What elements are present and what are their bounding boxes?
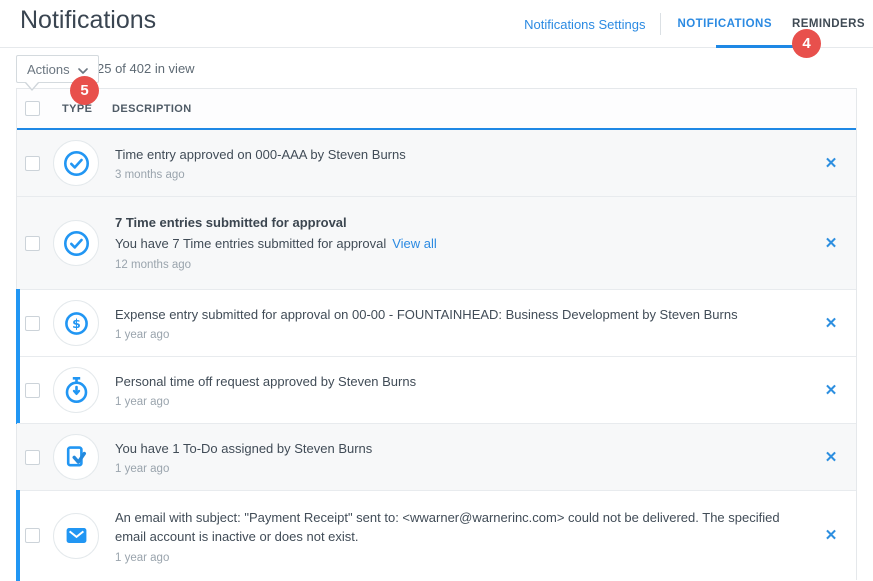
notification-row: An email with subject: "Payment Receipt"… <box>16 490 856 581</box>
notification-row: Personal time off request approved by St… <box>16 356 856 424</box>
notification-description: You have 1 To-Do assigned by Steven Burn… <box>115 440 373 456</box>
check-circle-icon <box>53 140 99 186</box>
notification-content: You have 1 To-Do assigned by Steven Burn… <box>115 439 806 476</box>
notification-content: 7 Time entries submitted for approval Yo… <box>115 215 806 271</box>
notification-timestamp: 1 year ago <box>115 396 170 409</box>
header-nav: Notifications Settings NOTIFICATIONS REM… <box>524 13 868 35</box>
notification-content: Personal time off request approved by St… <box>115 372 806 409</box>
dismiss-notification-button[interactable]: ✕ <box>806 316 856 331</box>
notification-row: Time entry approved on 000-AAA by Steven… <box>17 130 856 196</box>
notification-description: Personal time off request approved by St… <box>115 373 417 389</box>
view-count: 25 of 402 in view <box>97 61 195 76</box>
row-checkbox[interactable] <box>25 449 40 465</box>
actions-popover-tail <box>25 81 39 91</box>
notification-description: An email with subject: "Payment Receipt"… <box>115 509 780 545</box>
notification-description: You have 7 Time entries submitted for ap… <box>115 236 437 252</box>
actions-label: Actions <box>27 61 70 77</box>
notification-timestamp: 1 year ago <box>115 463 170 476</box>
dismiss-notification-button[interactable]: ✕ <box>806 450 856 465</box>
row-checkbox[interactable] <box>25 382 40 398</box>
annotation-badge-4: 4 <box>792 29 821 58</box>
column-header-description: DESCRIPTION <box>112 102 192 115</box>
notification-title: 7 Time entries submitted for approval <box>115 215 347 231</box>
notifications-page: Notifications Notifications Settings NOT… <box>0 0 873 581</box>
close-x-icon: ✕ <box>824 154 838 172</box>
row-checkbox[interactable] <box>25 315 40 331</box>
notification-timestamp: 12 months ago <box>115 258 192 271</box>
email-icon <box>53 512 99 559</box>
notification-content: Expense entry submitted for approval on … <box>115 305 806 342</box>
dismiss-notification-button[interactable]: ✕ <box>806 383 856 398</box>
row-checkbox[interactable] <box>25 528 40 543</box>
page-title: Notifications <box>20 6 157 34</box>
notification-content: An email with subject: "Payment Receipt"… <box>115 508 806 564</box>
annotation-badge-5: 5 <box>70 76 99 105</box>
close-x-icon: ✕ <box>824 234 838 252</box>
close-x-icon: ✕ <box>824 381 838 399</box>
notification-row: You have 1 To-Do assigned by Steven Burn… <box>17 423 856 490</box>
svg-text:$: $ <box>72 316 81 331</box>
active-tab-underline <box>716 45 793 48</box>
notifications-table: TYPE DESCRIPTION Time entry approved on … <box>16 88 857 581</box>
table-header: TYPE DESCRIPTION <box>17 89 856 130</box>
notifications-settings-link[interactable]: Notifications Settings <box>524 17 645 32</box>
close-x-icon: ✕ <box>824 448 838 466</box>
dismiss-notification-button[interactable]: ✕ <box>806 528 856 543</box>
check-circle-icon <box>53 220 99 266</box>
notification-row: 7 Time entries submitted for approval Yo… <box>17 196 856 289</box>
dismiss-notification-button[interactable]: ✕ <box>806 156 856 171</box>
notification-description: Time entry approved on 000-AAA by Steven… <box>115 146 406 162</box>
stopwatch-icon <box>53 367 99 413</box>
close-x-icon: ✕ <box>824 314 838 332</box>
chevron-down-icon <box>77 62 88 77</box>
dismiss-notification-button[interactable]: ✕ <box>806 236 856 251</box>
dollar-circle-icon: $ <box>53 300 99 346</box>
notification-timestamp: 1 year ago <box>115 551 170 564</box>
notification-content: Time entry approved on 000-AAA by Steven… <box>115 145 806 182</box>
notification-row: $ Expense entry submitted for approval o… <box>16 289 856 357</box>
notification-timestamp: 3 months ago <box>115 169 185 182</box>
table-body: Time entry approved on 000-AAA by Steven… <box>16 130 856 581</box>
view-all-link[interactable]: View all <box>392 236 437 251</box>
tab-notifications[interactable]: NOTIFICATIONS <box>675 18 775 30</box>
row-checkbox[interactable] <box>25 235 40 251</box>
select-all-checkbox[interactable] <box>25 101 40 116</box>
tab-reminders[interactable]: REMINDERS <box>789 18 868 30</box>
notification-timestamp: 1 year ago <box>115 329 170 342</box>
close-x-icon: ✕ <box>824 527 838 544</box>
header-divider <box>659 13 661 35</box>
row-checkbox[interactable] <box>25 155 40 171</box>
todo-check-icon <box>53 434 99 480</box>
notification-description: Expense entry submitted for approval on … <box>115 306 738 322</box>
